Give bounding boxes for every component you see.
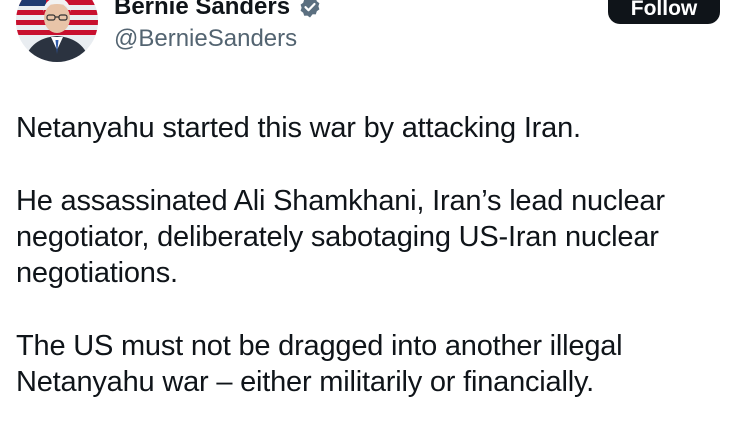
tweet-paragraph: He assassinated Ali Shamkhani, Iran’s le… [16,185,665,289]
tweet-paragraph: The US must not be dragged into another … [16,330,623,398]
tweet-header: Bernie Sanders @BernieSanders Follow [0,0,750,70]
tweet-paragraph: Netanyahu started this war by attacking … [16,112,581,144]
avatar[interactable] [16,0,98,62]
tweet-text: Netanyahu started this war by attacking … [16,110,738,437]
verified-badge-icon [298,0,322,19]
author-display-name[interactable]: Bernie Sanders [114,0,290,24]
profile-photo [16,0,98,62]
follow-button[interactable]: Follow [608,0,720,24]
author-name-row: Bernie Sanders [114,0,322,24]
author-handle[interactable]: @BernieSanders [114,22,297,56]
